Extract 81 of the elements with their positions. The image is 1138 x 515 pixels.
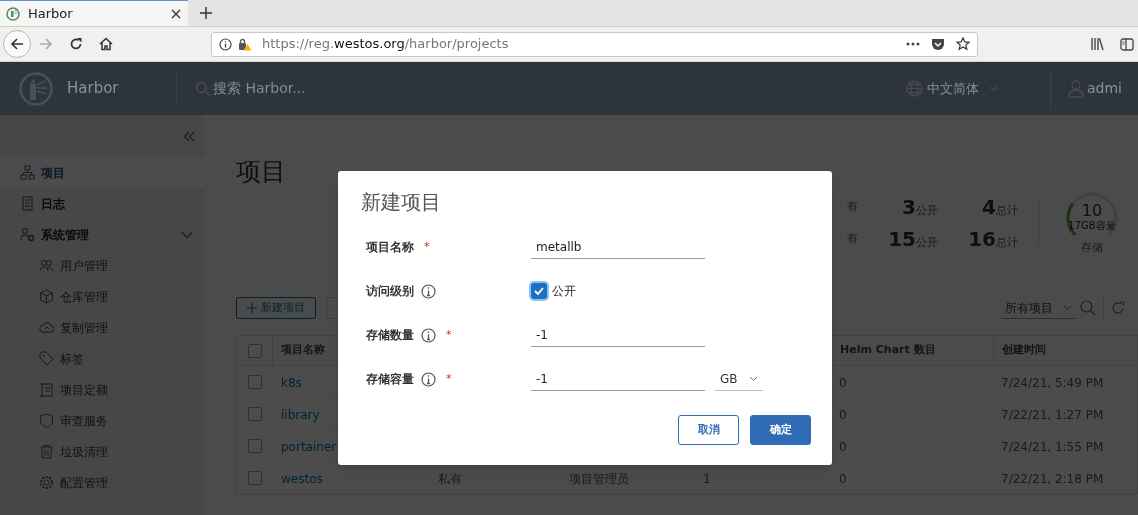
- stat-number: 4: [982, 194, 996, 219]
- project-link[interactable]: library: [281, 407, 320, 422]
- projects-icon: [20, 165, 35, 180]
- language-menu[interactable]: 中文简体: [906, 78, 998, 99]
- close-icon[interactable]: [170, 7, 182, 20]
- home-icon[interactable]: [99, 37, 113, 51]
- info-icon: [219, 37, 232, 51]
- globe-icon: [906, 80, 923, 97]
- search-icon: [195, 80, 211, 97]
- library-icon[interactable]: [1090, 37, 1104, 51]
- back-button[interactable]: [3, 30, 31, 58]
- select-all-checkbox[interactable]: [247, 343, 262, 358]
- confirm-button[interactable]: 确定: [750, 415, 811, 445]
- storage-value: 10: [1081, 202, 1103, 220]
- url-text: https://reg.westos.org/harbor/projects: [262, 35, 510, 54]
- star-icon[interactable]: [956, 37, 970, 51]
- public-checkbox[interactable]: [531, 283, 547, 299]
- sidebar-item[interactable]: 项目: [0, 157, 205, 188]
- field-label: 存储容量: [366, 371, 414, 388]
- search-field[interactable]: 搜索 Harbor...: [213, 78, 413, 99]
- browser-tab[interactable]: Harbor: [0, 0, 188, 26]
- field-label: 项目名称: [366, 239, 414, 256]
- document-icon: [20, 196, 35, 211]
- stat-number: 3: [902, 194, 916, 219]
- row-checkbox[interactable]: [248, 438, 262, 453]
- dialog-title: 新建项目: [360, 189, 442, 215]
- caret-icon: [1063, 304, 1072, 311]
- project-link[interactable]: westos: [281, 471, 323, 486]
- cancel-button[interactable]: 取消: [678, 415, 739, 445]
- pocket-icon[interactable]: [931, 37, 945, 51]
- required-mark: *: [446, 326, 452, 343]
- chevron-down-icon: [181, 230, 193, 239]
- row-checkbox[interactable]: [248, 406, 262, 421]
- trash-icon: [39, 444, 54, 459]
- back-arrow-icon: [10, 37, 24, 51]
- row-checkbox[interactable]: [248, 470, 262, 485]
- info-icon[interactable]: [421, 371, 436, 387]
- harbor-logo-icon: [19, 71, 53, 106]
- page-title: 项目: [236, 157, 286, 187]
- field-label: 存储数量: [366, 327, 414, 344]
- info-icon[interactable]: [421, 283, 436, 299]
- new-project-button[interactable]: 新建项目: [236, 297, 316, 319]
- text-input[interactable]: metallb: [531, 235, 705, 259]
- row-checkbox[interactable]: [248, 374, 262, 389]
- more-icon[interactable]: [906, 42, 920, 46]
- checkbox-label: 公开: [552, 283, 576, 300]
- caret-icon: [989, 85, 998, 92]
- new-tab-icon[interactable]: [199, 5, 213, 20]
- reload-icon[interactable]: [69, 37, 83, 51]
- sidebar-toggle-icon[interactable]: [1120, 37, 1134, 51]
- users-gear-icon: [20, 227, 35, 242]
- tab-title: Harbor: [28, 4, 74, 23]
- users-icon: [39, 258, 54, 273]
- cube-icon: [39, 289, 54, 304]
- brand-name: Harbor: [67, 78, 120, 100]
- quota-icon: [39, 382, 54, 397]
- text-input[interactable]: -1: [531, 323, 705, 347]
- address-bar[interactable]: https://reg.westos.org/harbor/projects: [211, 31, 978, 57]
- info-icon[interactable]: [421, 327, 436, 343]
- field-label: 访问级别: [366, 283, 414, 300]
- lock-warning-icon: [238, 37, 252, 51]
- tag-icon: [39, 351, 54, 366]
- project-link[interactable]: portainer: [281, 439, 337, 454]
- stat-number: 15: [888, 227, 916, 252]
- stat-number: 16: [968, 227, 996, 252]
- unit-select[interactable]: GB: [715, 367, 763, 391]
- cloud-icon: [39, 320, 54, 335]
- project-link[interactable]: k8s: [281, 375, 302, 390]
- required-mark: *: [446, 370, 452, 387]
- harbor-favicon-icon: [6, 6, 20, 21]
- check-icon: [534, 287, 544, 295]
- text-input[interactable]: -1: [531, 367, 705, 391]
- user-menu[interactable]: admi: [1050, 68, 1122, 109]
- gear-icon: [39, 475, 54, 490]
- shield-icon: [39, 413, 54, 428]
- user-icon: [1068, 79, 1084, 98]
- sidebar-item[interactable]: 日志: [0, 188, 205, 219]
- required-mark: *: [424, 238, 430, 255]
- caret-icon: [749, 375, 758, 382]
- sidebar-item[interactable]: 系统管理: [0, 219, 205, 250]
- plus-icon: [247, 303, 257, 313]
